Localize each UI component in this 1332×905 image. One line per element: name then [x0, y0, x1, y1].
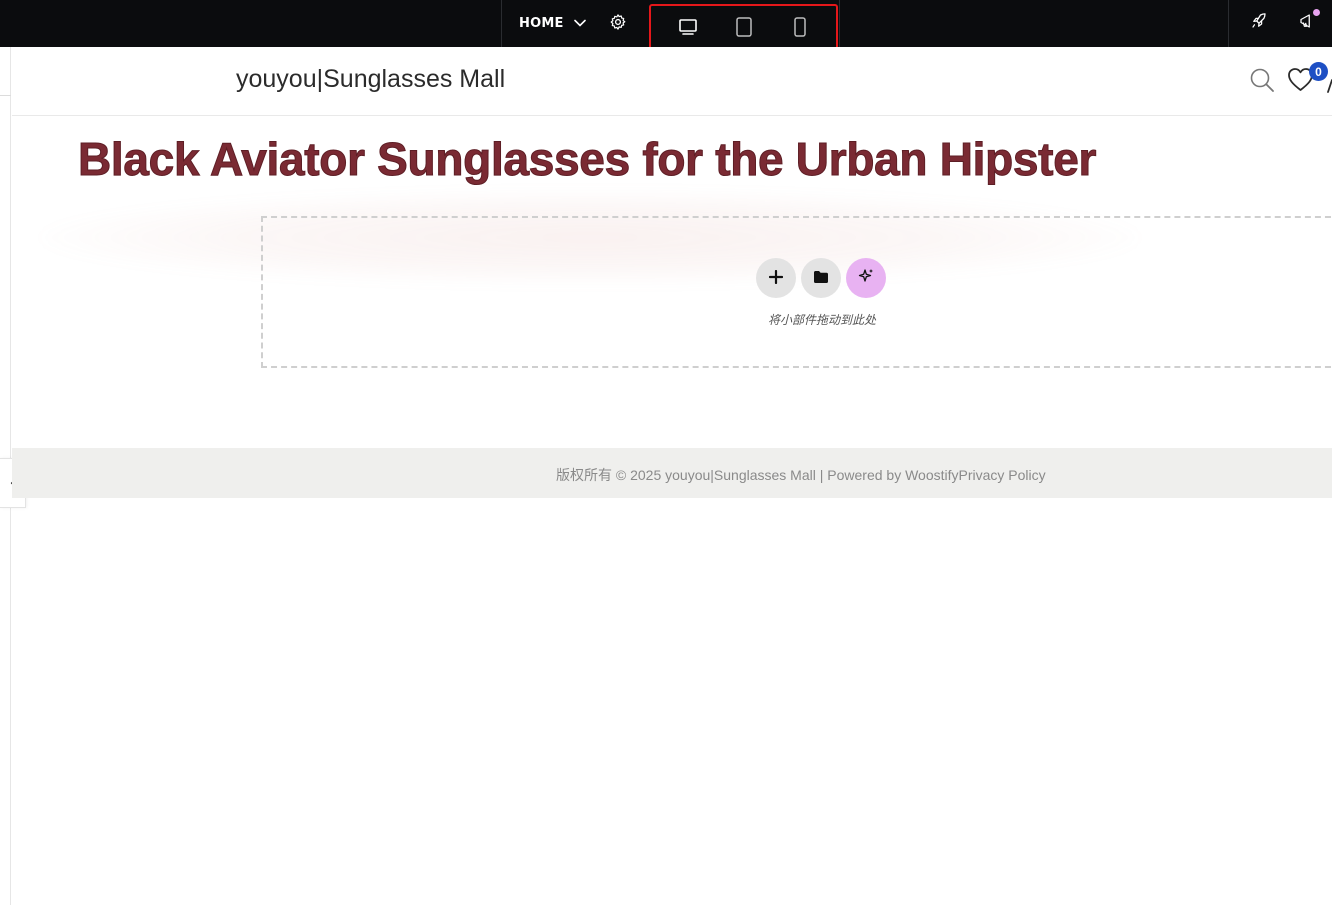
plus-icon: [768, 269, 784, 288]
widget-drop-zone[interactable]: [261, 216, 1332, 368]
chevron-down-icon: [573, 19, 586, 27]
wishlist-count-badge: 0: [1309, 62, 1328, 81]
site-footer: 版权所有 © 2025 youyou|Sunglasses Mall | Pow…: [12, 448, 1332, 498]
panel-divider: [0, 95, 11, 96]
add-section-button[interactable]: [756, 258, 796, 298]
notification-dot: [1313, 9, 1320, 16]
add-template-button[interactable]: [801, 258, 841, 298]
desktop-icon: [678, 18, 698, 40]
toolbar-divider: [501, 0, 502, 47]
megaphone-icon: [1298, 12, 1316, 34]
bag-icon[interactable]: [1327, 75, 1332, 93]
ai-generate-button[interactable]: [846, 258, 886, 298]
rocket-icon: [1250, 12, 1268, 34]
device-desktop-button[interactable]: [660, 6, 716, 51]
page-heading[interactable]: Black Aviator Sunglasses for the Urban H…: [77, 132, 1096, 186]
site-title[interactable]: youyou|Sunglasses Mall: [236, 65, 505, 94]
gear-icon: [609, 13, 627, 35]
site-header: youyou|Sunglasses Mall 0: [12, 47, 1332, 116]
page-selector-label: HOME: [519, 15, 564, 31]
folder-icon: [813, 269, 829, 288]
publish-button[interactable]: [1248, 12, 1270, 34]
editor-toolbar: HOME: [0, 0, 1332, 57]
tablet-icon: [735, 16, 753, 41]
toolbar-divider: [839, 0, 840, 47]
footer-copyright: 版权所有 © 2025 youyou|Sunglasses Mall | Pow…: [556, 467, 1046, 483]
search-icon[interactable]: [1249, 67, 1275, 97]
settings-button[interactable]: [607, 13, 629, 35]
drop-zone-hint: 将小部件拖动到此处: [767, 313, 876, 327]
device-mobile-button[interactable]: [772, 6, 828, 51]
mobile-icon: [793, 16, 807, 41]
sparkle-icon: [857, 267, 875, 289]
toolbar-divider: [1228, 0, 1229, 47]
device-tablet-button[interactable]: [716, 6, 772, 51]
page-selector[interactable]: HOME: [519, 14, 586, 32]
